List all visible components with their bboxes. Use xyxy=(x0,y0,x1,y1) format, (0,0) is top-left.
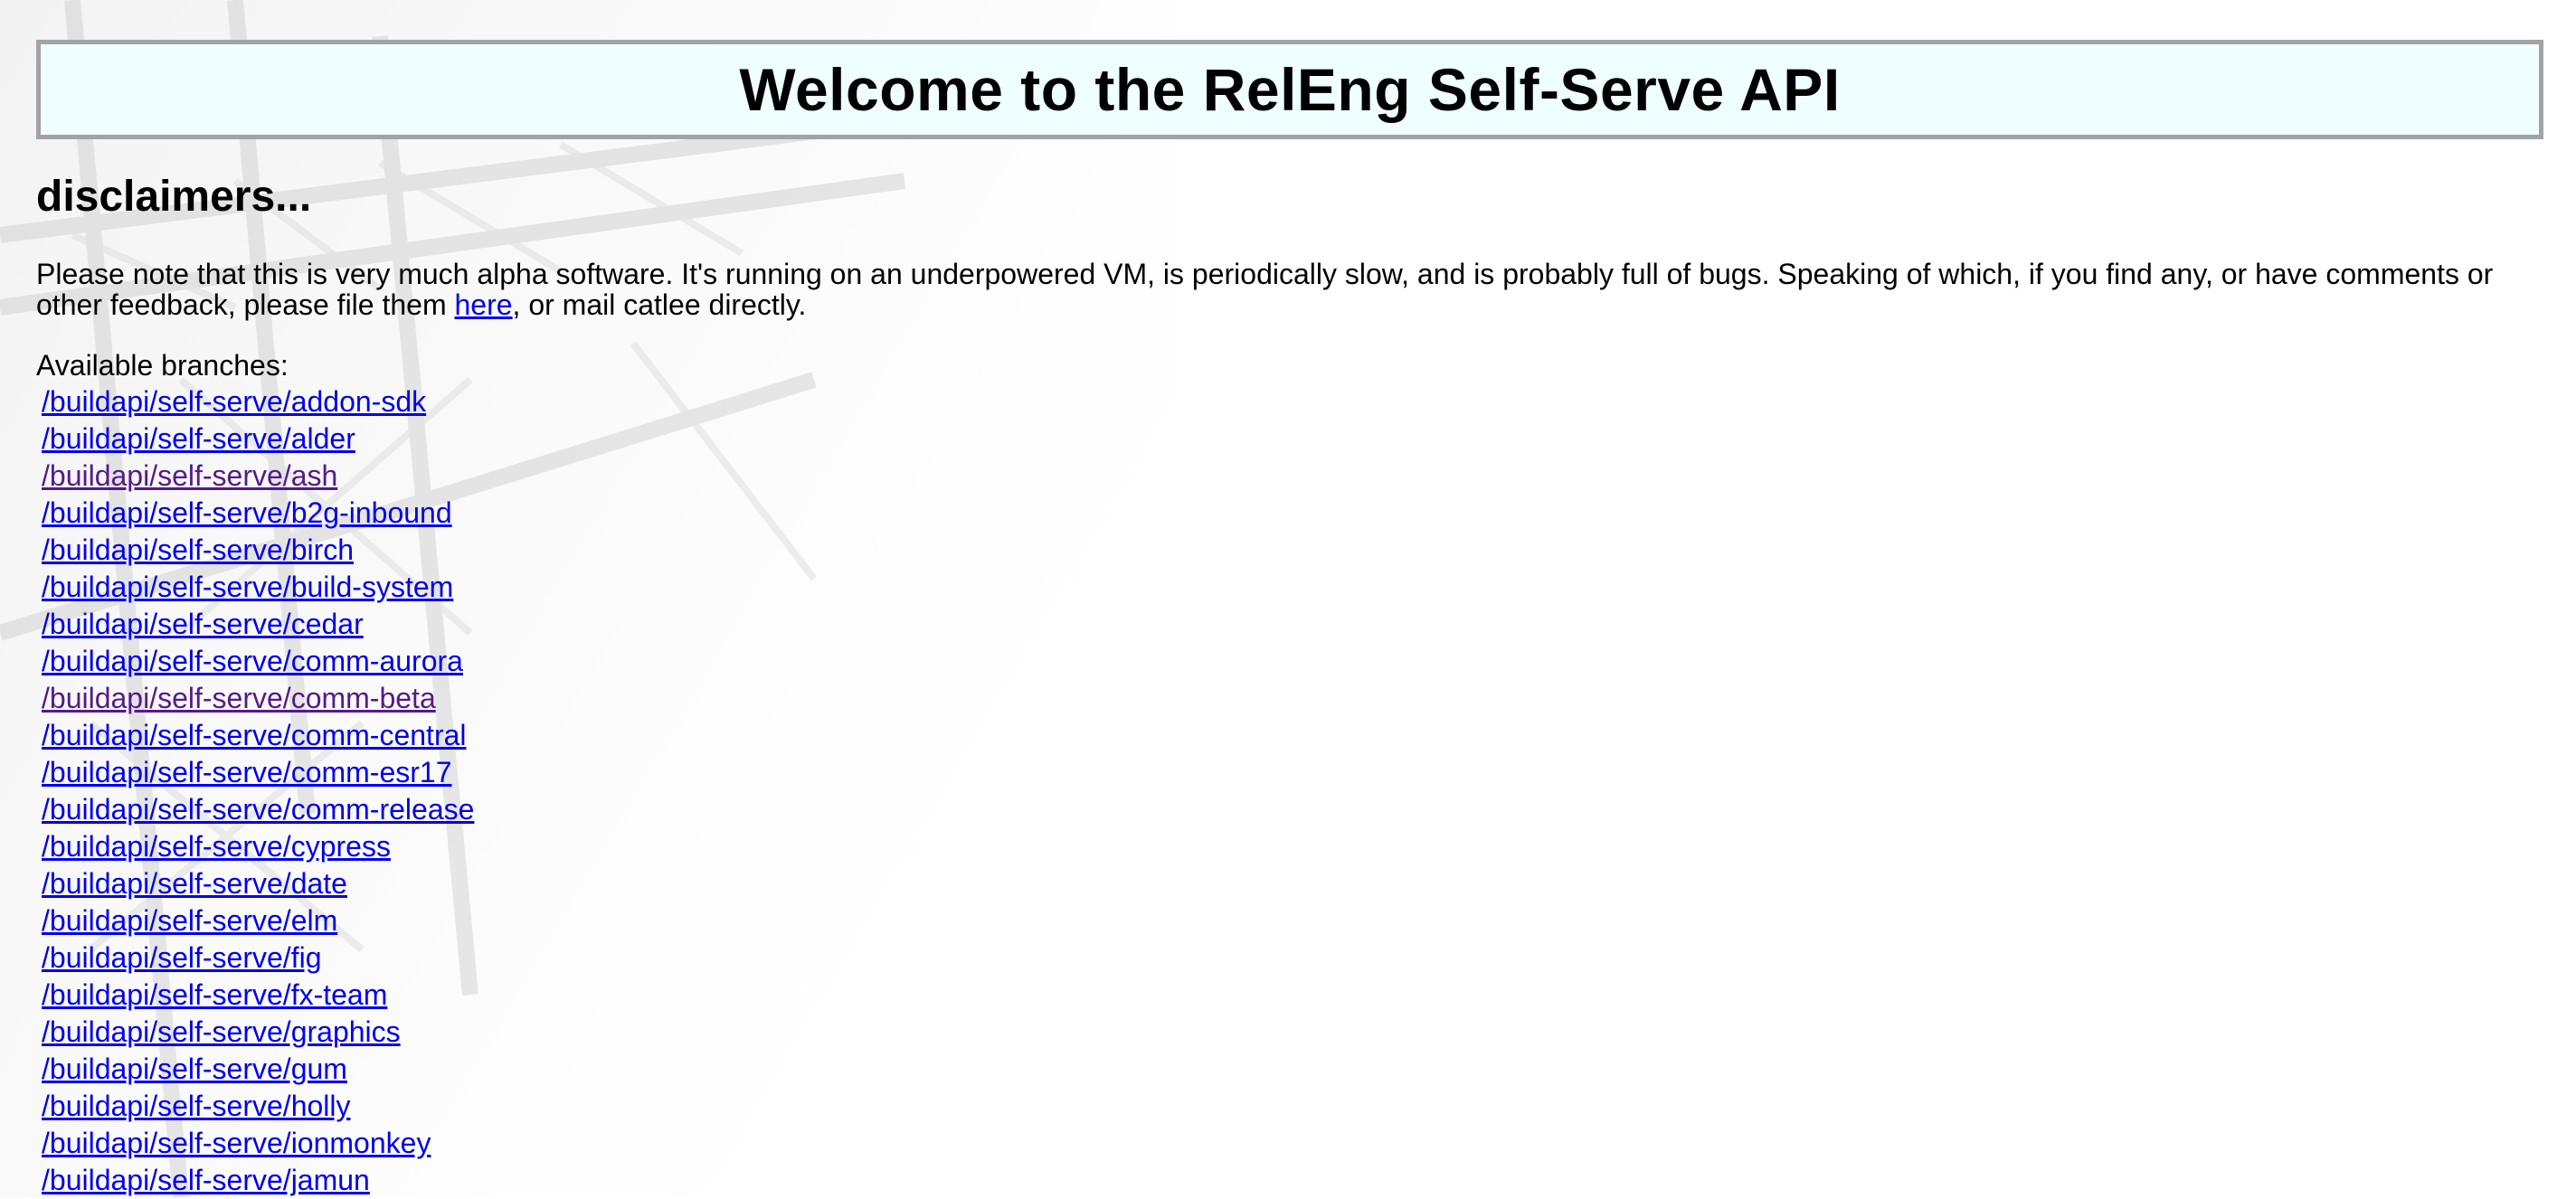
branch-link[interactable]: /buildapi/self-serve/comm-release xyxy=(42,793,474,826)
list-item: /buildapi/self-serve/elm xyxy=(42,902,474,939)
list-item: /buildapi/self-serve/ionmonkey xyxy=(42,1125,474,1162)
branch-link[interactable]: /buildapi/self-serve/graphics xyxy=(42,1015,401,1048)
branch-link[interactable]: /buildapi/self-serve/comm-central xyxy=(42,719,467,751)
branch-link[interactable]: /buildapi/self-serve/fig xyxy=(42,941,321,974)
list-item: /buildapi/self-serve/birch xyxy=(42,532,474,569)
list-item: /buildapi/self-serve/date xyxy=(42,865,474,902)
list-item: /buildapi/self-serve/addon-sdk xyxy=(42,383,474,420)
branch-link[interactable]: /buildapi/self-serve/gum xyxy=(42,1053,347,1085)
list-item: /buildapi/self-serve/graphics xyxy=(42,1014,474,1051)
list-item: /buildapi/self-serve/alder xyxy=(42,420,474,458)
branch-link[interactable]: /buildapi/self-serve/cedar xyxy=(42,608,364,640)
branch-link[interactable]: /buildapi/self-serve/addon-sdk xyxy=(42,385,426,418)
branch-link[interactable]: /buildapi/self-serve/holly xyxy=(42,1090,351,1122)
list-item: /buildapi/self-serve/fig xyxy=(42,939,474,977)
disclaimers-heading: disclaimers... xyxy=(36,173,312,221)
list-item: /buildapi/self-serve/cypress xyxy=(42,828,474,865)
branch-list: /buildapi/self-serve/addon-sdk /buildapi… xyxy=(42,383,474,1199)
branch-link[interactable]: /buildapi/self-serve/birch xyxy=(42,533,354,566)
list-item: /buildapi/self-serve/ash xyxy=(42,458,474,495)
feedback-link[interactable]: here xyxy=(455,288,513,321)
branch-link[interactable]: /buildapi/self-serve/ionmonkey xyxy=(42,1127,431,1159)
list-item: /buildapi/self-serve/holly xyxy=(42,1088,474,1125)
page-title: Welcome to the RelEng Self-Serve API xyxy=(739,56,1841,123)
branch-link[interactable]: /buildapi/self-serve/fx-team xyxy=(42,978,387,1011)
list-item: /buildapi/self-serve/fx-team xyxy=(42,977,474,1014)
page-header: Welcome to the RelEng Self-Serve API xyxy=(36,40,2543,139)
disclaimer-text-start: Please note that this is very much alpha… xyxy=(36,258,2494,321)
list-item: /buildapi/self-serve/b2g-inbound xyxy=(42,495,474,532)
list-item: /buildapi/self-serve/comm-release xyxy=(42,791,474,828)
list-item: /buildapi/self-serve/gum xyxy=(42,1051,474,1088)
branch-link[interactable]: /buildapi/self-serve/comm-aurora xyxy=(42,645,463,677)
list-item: /buildapi/self-serve/comm-aurora xyxy=(42,643,474,680)
list-item: /buildapi/self-serve/cedar xyxy=(42,606,474,643)
branch-link[interactable]: /buildapi/self-serve/jamun xyxy=(42,1164,370,1196)
branch-link[interactable]: /buildapi/self-serve/comm-beta xyxy=(42,682,436,714)
branch-link[interactable]: /buildapi/self-serve/b2g-inbound xyxy=(42,496,452,529)
branch-link[interactable]: /buildapi/self-serve/ash xyxy=(42,459,337,492)
branch-link[interactable]: /buildapi/self-serve/date xyxy=(42,867,347,900)
branch-link[interactable]: /buildapi/self-serve/cypress xyxy=(42,830,391,863)
branch-link[interactable]: /buildapi/self-serve/build-system xyxy=(42,571,453,603)
list-item: /buildapi/self-serve/comm-central xyxy=(42,717,474,754)
branch-link[interactable]: /buildapi/self-serve/alder xyxy=(42,422,355,455)
branch-link[interactable]: /buildapi/self-serve/comm-esr17 xyxy=(42,756,452,788)
list-item: /buildapi/self-serve/comm-esr17 xyxy=(42,754,474,791)
branch-link[interactable]: /buildapi/self-serve/elm xyxy=(42,904,337,937)
list-item: /buildapi/self-serve/build-system xyxy=(42,569,474,606)
available-branches-label: Available branches: xyxy=(36,349,289,382)
list-item: /buildapi/self-serve/jamun xyxy=(42,1162,474,1199)
disclaimer-text-end: , or mail catlee directly. xyxy=(512,288,807,321)
list-item: /buildapi/self-serve/comm-beta xyxy=(42,680,474,717)
disclaimer-text: Please note that this is very much alpha… xyxy=(36,259,2533,320)
